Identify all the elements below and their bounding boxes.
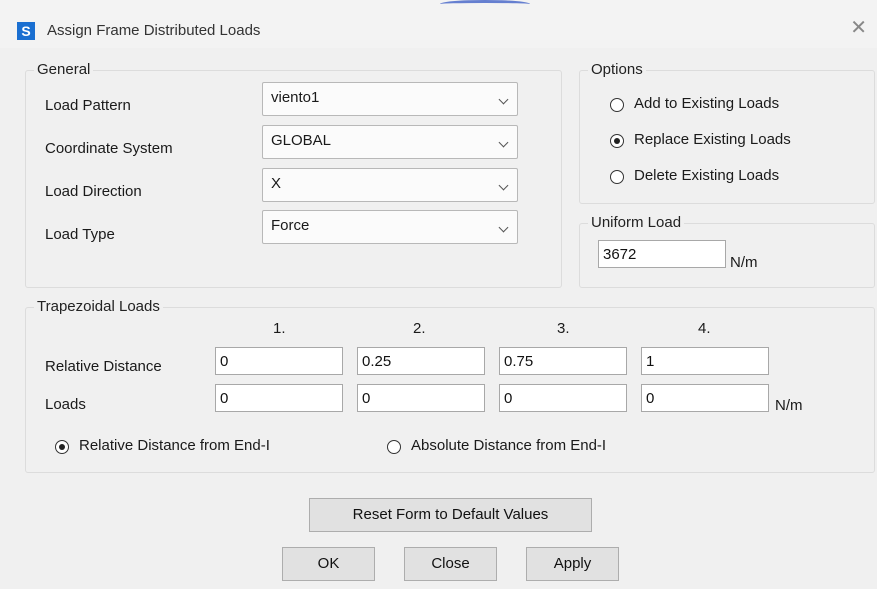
load-type-label: Load Type — [45, 226, 115, 243]
loads-label: Loads — [45, 396, 86, 413]
options-group-label: Options — [588, 61, 646, 78]
close-button[interactable]: Close — [404, 547, 497, 581]
chevron-down-icon — [498, 222, 509, 233]
load-input-4[interactable] — [641, 384, 769, 412]
radio-circle-selected — [55, 440, 69, 454]
chevron-down-icon — [498, 137, 509, 148]
chevron-down-icon — [498, 180, 509, 191]
column-header-2: 2. — [413, 320, 426, 337]
load-pattern-value: viento1 — [271, 89, 320, 106]
dialog-window: S Assign Frame Distributed Loads ✕ Gener… — [0, 0, 877, 589]
radio-circle — [610, 98, 624, 112]
coordinate-system-label: Coordinate System — [45, 140, 173, 157]
load-direction-dropdown[interactable]: X — [262, 168, 518, 202]
load-input-1[interactable] — [215, 384, 343, 412]
reset-defaults-button[interactable]: Reset Form to Default Values — [309, 498, 592, 532]
load-input-2[interactable] — [357, 384, 485, 412]
uniform-load-group-label: Uniform Load — [588, 214, 685, 231]
ok-button[interactable]: OK — [282, 547, 375, 581]
delete-existing-label: Delete Existing Loads — [634, 167, 780, 184]
relative-distance-input-4[interactable] — [641, 347, 769, 375]
load-pattern-dropdown[interactable]: viento1 — [262, 82, 518, 116]
relative-distance-input-3[interactable] — [499, 347, 627, 375]
column-header-4: 4. — [698, 320, 711, 337]
trapezoidal-load-unit: N/m — [775, 397, 803, 414]
load-type-value: Force — [271, 217, 310, 234]
uniform-load-input[interactable] — [598, 240, 726, 268]
radio-circle-selected — [610, 134, 624, 148]
coordinate-system-value: GLOBAL — [271, 132, 332, 149]
chevron-down-icon — [498, 94, 509, 105]
background-frame-graphic — [440, 0, 530, 8]
uniform-load-unit: N/m — [730, 254, 758, 271]
general-group-label: General — [34, 61, 94, 78]
add-to-existing-label: Add to Existing Loads — [634, 95, 780, 112]
load-direction-value: X — [271, 175, 282, 192]
load-input-3[interactable] — [499, 384, 627, 412]
app-logo-icon: S — [17, 22, 35, 40]
load-direction-label: Load Direction — [45, 183, 142, 200]
column-header-1: 1. — [273, 320, 286, 337]
radio-circle — [610, 170, 624, 184]
coordinate-system-dropdown[interactable]: GLOBAL — [262, 125, 518, 159]
relative-distance-input-1[interactable] — [215, 347, 343, 375]
load-pattern-label: Load Pattern — [45, 97, 131, 114]
relative-distance-label: Relative Distance — [45, 358, 162, 375]
radio-circle — [387, 440, 401, 454]
load-type-dropdown[interactable]: Force — [262, 210, 518, 244]
close-icon[interactable]: ✕ — [850, 18, 867, 38]
apply-button[interactable]: Apply — [526, 547, 619, 581]
replace-existing-label: Replace Existing Loads — [634, 131, 791, 148]
relative-distance-input-2[interactable] — [357, 347, 485, 375]
trapezoidal-loads-group-label: Trapezoidal Loads — [34, 298, 163, 315]
column-header-3: 3. — [557, 320, 570, 337]
dialog-title: Assign Frame Distributed Loads — [47, 22, 261, 39]
title-bar: S Assign Frame Distributed Loads ✕ — [0, 0, 877, 48]
absolute-distance-mode-label: Absolute Distance from End-I — [411, 437, 607, 454]
relative-distance-mode-label: Relative Distance from End-I — [79, 437, 270, 454]
